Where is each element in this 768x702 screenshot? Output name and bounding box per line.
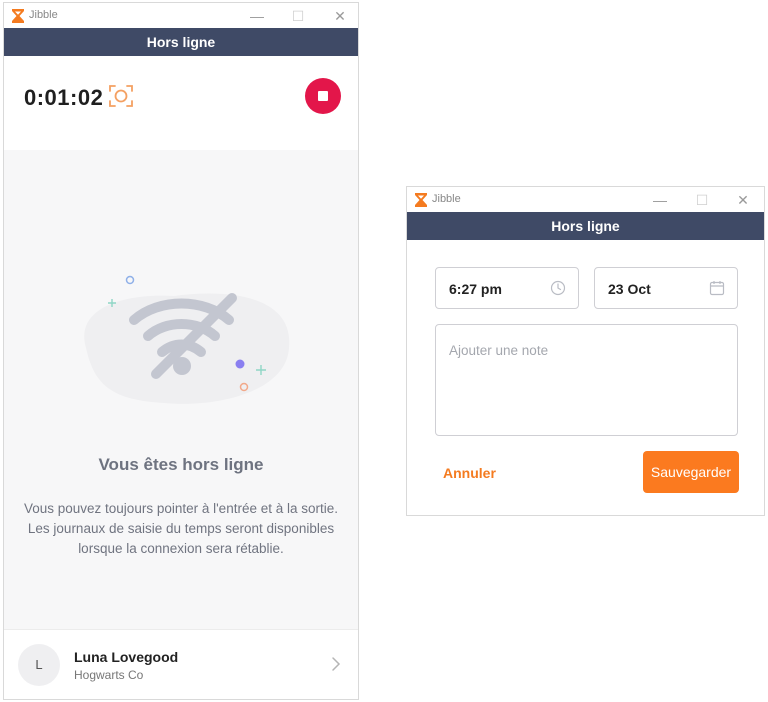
minimize-button[interactable]: — xyxy=(645,190,675,210)
app-name: Jibble xyxy=(29,9,58,21)
maximize-button[interactable]: ☐ xyxy=(283,6,313,26)
maximize-button[interactable]: ☐ xyxy=(687,190,717,210)
stop-icon xyxy=(318,91,328,101)
user-organization: Hogwarts Co xyxy=(74,668,144,682)
jibble-logo-icon xyxy=(415,193,427,207)
offline-message-line: lorsque la connexion sera rétablie. xyxy=(78,541,284,556)
clock-icon xyxy=(550,280,566,296)
time-field[interactable]: 6:27 pm xyxy=(435,267,579,309)
jibble-logo-icon xyxy=(12,9,24,23)
main-window: Jibble — ☐ ✕ Hors ligne 0:01:02 Vous ête… xyxy=(3,2,359,700)
status-banner: Hors ligne xyxy=(407,212,764,240)
calendar-icon xyxy=(709,281,725,296)
title-bar: Jibble — ☐ ✕ xyxy=(4,3,358,29)
note-input[interactable] xyxy=(435,324,738,436)
cancel-button[interactable]: Annuler xyxy=(435,453,515,493)
offline-message-line: Vous pouvez toujours pointer à l'entrée … xyxy=(23,501,339,516)
user-name: Luna Lovegood xyxy=(74,649,179,665)
date-field[interactable]: 23 Oct xyxy=(594,267,738,309)
stop-timer-button[interactable] xyxy=(305,78,341,114)
status-banner: Hors ligne xyxy=(4,28,358,56)
app-name: Jibble xyxy=(432,193,461,205)
close-button[interactable]: ✕ xyxy=(325,6,355,26)
user-profile-row[interactable]: L Luna Lovegood Hogwarts Co xyxy=(4,629,358,699)
time-value: 6:27 pm xyxy=(449,281,502,297)
offline-heading: Vous êtes hors ligne xyxy=(98,455,264,474)
minimize-button[interactable]: — xyxy=(242,6,272,26)
time-entry-window: Jibble — ☐ ✕ Hors ligne 6:27 pm 23 Oct A… xyxy=(406,186,765,516)
close-button[interactable]: ✕ xyxy=(728,190,758,210)
save-button[interactable]: Sauvegarder xyxy=(643,451,739,493)
timer-panel: 0:01:02 xyxy=(4,56,358,150)
offline-message: Vous pouvez toujours pointer à l'entrée … xyxy=(4,499,358,559)
offline-panel: Vous êtes hors ligne Vous pouvez toujour… xyxy=(4,150,358,629)
date-value: 23 Oct xyxy=(608,281,651,297)
elapsed-timer: 0:01:02 xyxy=(24,85,104,110)
title-bar: Jibble — ☐ ✕ xyxy=(407,187,764,213)
offline-message-line: Les journaux de saisie du temps seront d… xyxy=(27,521,335,536)
focus-scan-icon[interactable] xyxy=(108,83,134,109)
avatar: L xyxy=(18,644,60,686)
wifi-off-icon xyxy=(84,275,290,404)
chevron-right-icon xyxy=(332,657,341,671)
